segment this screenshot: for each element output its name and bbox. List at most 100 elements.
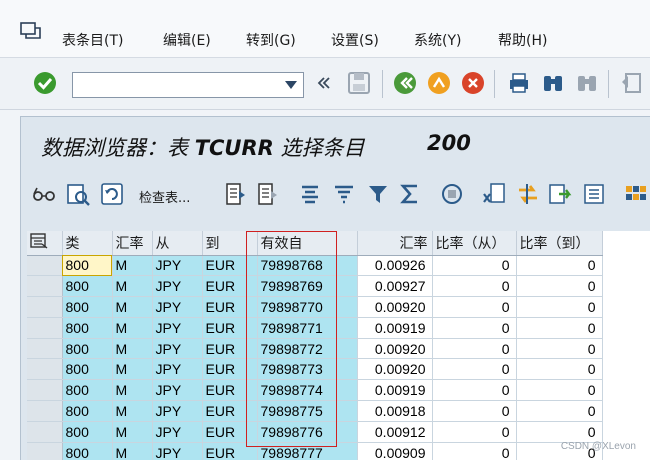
local-file-icon[interactable] bbox=[547, 181, 573, 207]
cell-ratio-from[interactable]: 0 bbox=[432, 400, 517, 422]
cell-from[interactable]: JPY bbox=[152, 358, 203, 381]
cell-ratio-to[interactable]: 0 bbox=[516, 421, 603, 443]
ok-check-icon[interactable] bbox=[32, 70, 58, 96]
row-selector[interactable] bbox=[27, 400, 63, 422]
row-selector[interactable] bbox=[27, 358, 63, 381]
cell-rate-type[interactable]: M bbox=[112, 400, 153, 422]
back-icon[interactable] bbox=[392, 70, 418, 96]
check-table-button[interactable]: 检查表... bbox=[139, 187, 190, 206]
filter-icon[interactable] bbox=[365, 181, 391, 207]
save-icon[interactable] bbox=[346, 70, 372, 96]
menu-table-entry[interactable]: 表条目(T) bbox=[62, 30, 123, 50]
cell-ratio-from[interactable]: 0 bbox=[432, 317, 517, 339]
col-header-ratio-to[interactable]: 比率（到） bbox=[516, 231, 603, 256]
sort-descending-icon[interactable] bbox=[331, 181, 357, 207]
cancel-icon[interactable] bbox=[460, 70, 486, 96]
cell-ratio-to[interactable]: 0 bbox=[516, 379, 603, 402]
cell-ratio-from[interactable]: 0 bbox=[432, 421, 517, 443]
export-excel-icon[interactable] bbox=[481, 181, 507, 207]
command-field[interactable] bbox=[72, 72, 304, 98]
cell-from[interactable]: JPY bbox=[152, 275, 203, 298]
change-layout-icon[interactable] bbox=[439, 181, 465, 207]
sum-icon[interactable] bbox=[397, 181, 423, 207]
cell-ratio-from[interactable]: 0 bbox=[432, 275, 517, 298]
cell-from[interactable]: JPY bbox=[152, 296, 203, 318]
cell-from[interactable]: JPY bbox=[152, 338, 203, 360]
cell-ratio-from[interactable]: 0 bbox=[432, 296, 517, 318]
cell-ratio-to[interactable]: 0 bbox=[516, 358, 603, 381]
cell-class[interactable]: 800 bbox=[62, 400, 113, 422]
col-header-ratio-from[interactable]: 比率（从） bbox=[432, 231, 517, 256]
cell-ratio-from[interactable]: 0 bbox=[432, 442, 517, 460]
row-selector[interactable] bbox=[27, 296, 63, 318]
cell-rate-type[interactable]: M bbox=[112, 379, 153, 402]
glasses-icon[interactable] bbox=[31, 181, 57, 207]
cell-ratio-from[interactable]: 0 bbox=[432, 338, 517, 360]
cell-ratio-to[interactable]: 0 bbox=[516, 338, 603, 360]
deselect-all-icon[interactable] bbox=[255, 181, 281, 207]
word-processing-icon[interactable] bbox=[581, 181, 607, 207]
row-selector[interactable] bbox=[27, 442, 63, 460]
chevron-down-icon[interactable] bbox=[285, 81, 297, 89]
cell-rate-type[interactable]: M bbox=[112, 255, 153, 277]
cell-ratio-to[interactable]: 0 bbox=[516, 255, 603, 277]
cell-exchange-rate[interactable]: 0.00919 bbox=[357, 379, 433, 402]
row-selector[interactable] bbox=[27, 255, 63, 277]
find-next-icon[interactable] bbox=[574, 70, 600, 96]
cell-rate-type[interactable]: M bbox=[112, 358, 153, 381]
cell-ratio-to[interactable]: 0 bbox=[516, 275, 603, 298]
cell-rate-type[interactable]: M bbox=[112, 317, 153, 339]
cell-from[interactable]: JPY bbox=[152, 442, 203, 460]
cell-from[interactable]: JPY bbox=[152, 379, 203, 402]
row-selector[interactable] bbox=[27, 275, 63, 298]
select-all-icon[interactable] bbox=[223, 181, 249, 207]
cell-from[interactable]: JPY bbox=[152, 317, 203, 339]
cell-rate-type[interactable]: M bbox=[112, 338, 153, 360]
collapse-chevron-icon[interactable] bbox=[314, 70, 334, 96]
col-header-rate-type[interactable]: 汇率 bbox=[112, 231, 153, 256]
cell-rate-type[interactable]: M bbox=[112, 275, 153, 298]
exit-icon[interactable] bbox=[426, 70, 452, 96]
col-header-from[interactable]: 从 bbox=[152, 231, 203, 256]
col-header-exchange-rate[interactable]: 汇率 bbox=[357, 231, 433, 256]
cell-rate-type[interactable]: M bbox=[112, 296, 153, 318]
cell-class[interactable]: 800 bbox=[62, 358, 113, 381]
layout-selector-header[interactable] bbox=[27, 231, 63, 256]
cell-class[interactable]: 800 bbox=[62, 275, 113, 298]
col-header-class[interactable]: 类 bbox=[62, 231, 113, 256]
row-selector[interactable] bbox=[27, 379, 63, 402]
cell-ratio-to[interactable]: 0 bbox=[516, 317, 603, 339]
cell-class[interactable]: 800 bbox=[62, 317, 113, 339]
cell-class[interactable]: 800 bbox=[62, 421, 113, 443]
cell-ratio-from[interactable]: 0 bbox=[432, 379, 517, 402]
cell-class[interactable]: 800 bbox=[62, 255, 113, 277]
cell-ratio-from[interactable]: 0 bbox=[432, 255, 517, 277]
row-selector[interactable] bbox=[27, 421, 63, 443]
menu-system[interactable]: 系统(Y) bbox=[414, 30, 461, 50]
menu-edit[interactable]: 编辑(E) bbox=[163, 30, 211, 50]
print-icon[interactable] bbox=[506, 70, 532, 96]
cell-from[interactable]: JPY bbox=[152, 421, 203, 443]
cell-exchange-rate[interactable]: 0.00912 bbox=[357, 421, 433, 443]
cell-from[interactable]: JPY bbox=[152, 400, 203, 422]
grid-layout-icon[interactable] bbox=[623, 181, 649, 207]
menu-icon[interactable] bbox=[20, 22, 42, 40]
cell-rate-type[interactable]: M bbox=[112, 421, 153, 443]
transfer-icon[interactable] bbox=[515, 181, 541, 207]
cell-ratio-to[interactable]: 0 bbox=[516, 400, 603, 422]
cell-rate-type[interactable]: M bbox=[112, 442, 153, 460]
cell-ratio-to[interactable]: 0 bbox=[516, 296, 603, 318]
cell-exchange-rate[interactable]: 0.00919 bbox=[357, 317, 433, 339]
cell-class[interactable]: 800 bbox=[62, 296, 113, 318]
cell-exchange-rate[interactable]: 0.00926 bbox=[357, 255, 433, 277]
cell-class[interactable]: 800 bbox=[62, 379, 113, 402]
cell-from[interactable]: JPY bbox=[152, 255, 203, 277]
menu-settings[interactable]: 设置(S) bbox=[331, 30, 379, 50]
detail-view-icon[interactable] bbox=[65, 181, 91, 207]
cell-exchange-rate[interactable]: 0.00920 bbox=[357, 296, 433, 318]
cell-exchange-rate[interactable]: 0.00927 bbox=[357, 275, 433, 298]
menu-help[interactable]: 帮助(H) bbox=[498, 30, 547, 50]
find-icon[interactable] bbox=[540, 70, 566, 96]
cell-exchange-rate[interactable]: 0.00909 bbox=[357, 442, 433, 460]
menu-goto[interactable]: 转到(G) bbox=[246, 30, 296, 50]
